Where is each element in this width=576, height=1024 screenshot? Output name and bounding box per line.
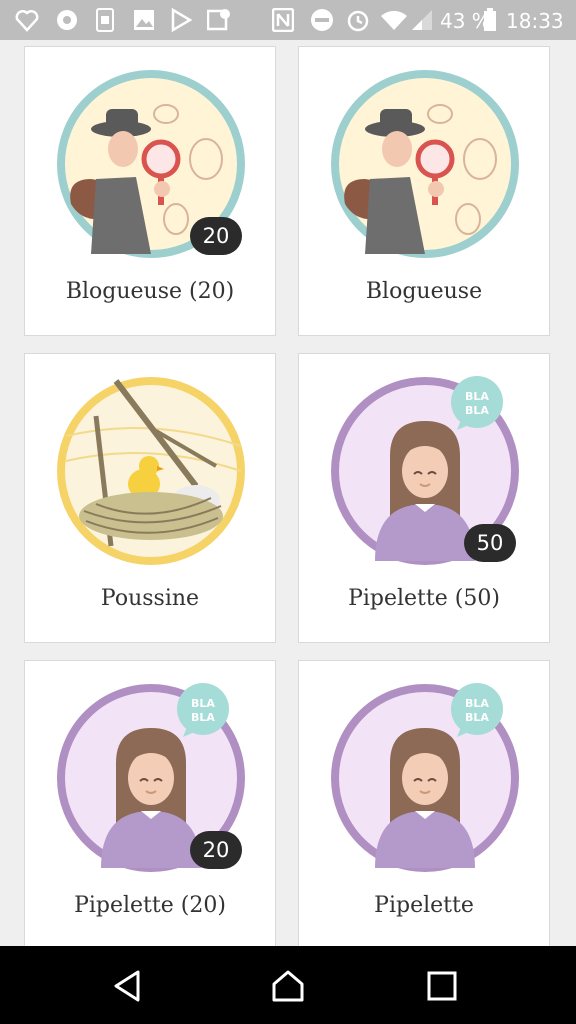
badge-label: Pipelette (50) [348,586,500,611]
speech-bubble-icon: BLA BLA [451,376,503,430]
heart-notification-icon [15,10,39,32]
chrome-icon [57,10,77,30]
navigation-bar [0,946,576,1024]
photo-location-icon [207,9,230,31]
nest-chick-badge-icon [57,377,245,565]
play-store-icon [171,8,192,32]
badge-label: Blogueuse [365,279,483,304]
badge-count: 20 [190,217,242,255]
badge-count: 20 [190,831,242,869]
badge-label: Pipelette (20) [74,893,226,918]
status-bar: 43 % 18:33 [0,0,576,40]
badge-card[interactable]: BLA BLA 50 Pipelette (50) [298,353,550,643]
badge-label: Pipelette [374,893,474,918]
speech-bubble-icon: BLA BLA [451,683,503,737]
badge-label: Poussine [100,586,200,611]
sim-icon [96,8,114,32]
signal-icon [412,10,432,30]
bubble-line-2: BLA [191,711,215,724]
speech-bubble-icon: BLA BLA [177,683,229,737]
badge-card[interactable]: 20 Blogueuse (20) [24,46,276,336]
nfc-icon [272,8,294,32]
recents-icon[interactable] [422,966,462,1006]
badges-grid: 20 Blogueuse (20) Blogueuse Poussine BLA… [0,40,576,946]
bubble-line-1: BLA [465,390,489,403]
battery-icon [484,8,496,31]
home-icon[interactable] [268,966,308,1006]
badge-count: 50 [464,524,516,562]
clock: 18:33 [506,9,564,33]
do-not-disturb-icon [311,9,333,31]
bubble-line-1: BLA [465,697,489,710]
image-icon [134,10,154,30]
bubble-line-2: BLA [465,711,489,724]
badge-card[interactable]: Poussine [24,353,276,643]
bubble-line-1: BLA [191,697,215,710]
wifi-icon [381,10,407,30]
alarm-icon [347,10,369,32]
badge-card[interactable]: BLA BLA Pipelette [298,660,550,946]
badge-label: Blogueuse (20) [65,279,235,304]
detective-badge-icon [331,70,519,258]
badge-card[interactable]: BLA BLA 20 Pipelette (20) [24,660,276,946]
back-icon[interactable] [108,966,148,1006]
badge-card[interactable]: Blogueuse [298,46,550,336]
bubble-line-2: BLA [465,404,489,417]
